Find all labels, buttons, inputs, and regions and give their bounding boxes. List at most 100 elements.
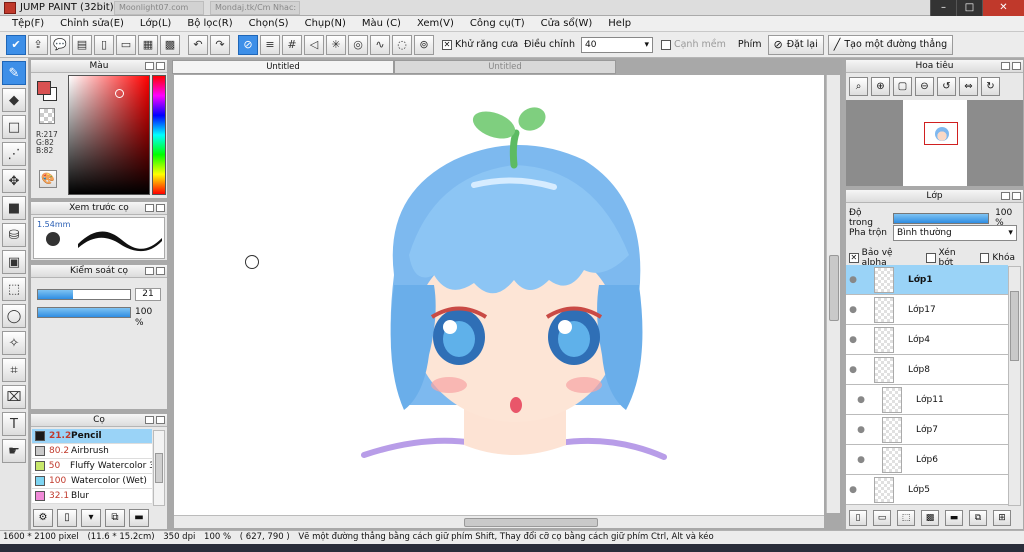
background-tab[interactable]: Moonlight07.com (114, 1, 204, 15)
scrollbar-thumb[interactable] (829, 255, 839, 321)
close-button[interactable]: ✕ (982, 0, 1024, 16)
color-picker-cursor[interactable] (115, 89, 124, 98)
menu-tools[interactable]: Công cụ(T) (462, 16, 533, 32)
select-pen-tool-icon[interactable]: ⌗ (2, 358, 26, 382)
lasso-tool-icon[interactable]: ◯ (2, 304, 26, 328)
rotate-left-icon[interactable]: ↺ (937, 77, 956, 96)
merge-layer-icon[interactable]: ⊞ (993, 510, 1011, 526)
grid-ruler-icon[interactable]: # (282, 34, 302, 55)
snap-icon[interactable]: ✔ (6, 34, 26, 55)
adjust-select[interactable]: 40 (580, 36, 653, 53)
visibility-eye-icon[interactable]: ● (854, 455, 868, 465)
panel-close-icon[interactable] (156, 62, 165, 70)
gradient-tool-icon[interactable]: ▣ (2, 250, 26, 274)
brush-size-input[interactable]: 21 (135, 288, 161, 301)
redo-icon[interactable]: ↷ (210, 34, 230, 55)
new-brush-icon[interactable]: ▯ (57, 509, 77, 527)
menu-capture[interactable]: Chụp(N) (297, 16, 354, 32)
bucket-tool-icon[interactable]: ⛁ (2, 223, 26, 247)
brush-menu-icon[interactable]: ▾ (81, 509, 101, 527)
perspective-icon[interactable]: ◁ (304, 34, 324, 55)
grid-layout-icon[interactable]: ▩ (160, 34, 180, 55)
drawing-canvas[interactable] (174, 75, 824, 515)
concentric-circle-icon[interactable]: ◎ (348, 34, 368, 55)
visibility-eye-icon[interactable]: ● (854, 425, 868, 435)
visibility-eye-icon[interactable]: ● (854, 395, 868, 405)
visibility-eye-icon[interactable]: ● (846, 275, 860, 285)
background-tab[interactable]: Mondaj.tk/Cm Nhac: Nhi... (210, 1, 300, 15)
menu-layer[interactable]: Lớp(L) (132, 16, 179, 32)
layer-row[interactable]: ● Lớp7 (846, 415, 1008, 445)
smooth-edge-checkbox[interactable] (660, 39, 671, 50)
dots-tool-icon[interactable]: ⋰ (2, 142, 26, 166)
export-icon[interactable]: ⇪ (28, 34, 48, 55)
menu-help[interactable]: Help (600, 16, 639, 32)
antialias-checkbox[interactable]: ✕ (442, 39, 452, 50)
copy-brush-icon[interactable]: ⧉ (105, 509, 125, 527)
panel-close-icon[interactable] (156, 267, 165, 275)
hue-slider[interactable] (152, 75, 166, 195)
undock-icon[interactable] (145, 204, 154, 212)
eraser-tool-icon[interactable]: ◆ (2, 88, 26, 112)
zoom-out-icon[interactable]: ⊖ (915, 77, 934, 96)
layer-row[interactable]: ● Lớp17 (846, 295, 1008, 325)
fill-rect-tool-icon[interactable]: ■ (2, 196, 26, 220)
layer-row[interactable]: ● Lớp8 (846, 355, 1008, 385)
brush-settings-icon[interactable]: ⚙ (33, 509, 53, 527)
document-tab[interactable]: Untitled (172, 60, 394, 74)
rotate-right-icon[interactable]: ↻ (981, 77, 1000, 96)
brush-item[interactable]: 21.2 Pencil (32, 429, 152, 444)
parallel-ruler-icon[interactable]: ≡ (260, 34, 280, 55)
radial-lines-icon[interactable]: ✳ (326, 34, 346, 55)
layer-row[interactable]: ● Lớp1 (846, 265, 1008, 295)
flip-icon[interactable]: ⇔ (959, 77, 978, 96)
menu-color[interactable]: Màu (C) (354, 16, 409, 32)
speech-bubble-icon[interactable]: 💬 (50, 34, 70, 55)
navigator-preview[interactable] (846, 100, 1023, 186)
clipping-checkbox[interactable] (925, 253, 936, 263)
select-rect-tool-icon[interactable]: ⬚ (2, 277, 26, 301)
brush-opacity-slider[interactable] (37, 307, 131, 318)
zoom-fit-icon[interactable]: ⌕ (849, 77, 868, 96)
visibility-eye-icon[interactable]: ● (846, 305, 860, 315)
menu-select[interactable]: Chọn(S) (241, 16, 297, 32)
page-icon[interactable]: ▯ (94, 34, 114, 55)
visibility-eye-icon[interactable]: ● (846, 335, 860, 345)
new-1bit-layer-icon[interactable]: ⬚ (897, 510, 915, 526)
menu-view[interactable]: Xem(V) (409, 16, 462, 32)
scrollbar-thumb[interactable] (464, 518, 598, 527)
duplicate-layer-icon[interactable]: ⧉ (969, 510, 987, 526)
text-box-icon[interactable]: ▤ (72, 34, 92, 55)
canvas-horizontal-scrollbar[interactable] (174, 515, 824, 528)
layer-row[interactable]: ● Lớp5 (846, 475, 1008, 505)
document-icon[interactable]: ▭ (116, 34, 136, 55)
visibility-eye-icon[interactable]: ● (846, 365, 860, 375)
symmetry-icon[interactable]: ⊚ (414, 34, 434, 55)
ellipse-ruler-icon[interactable]: ◌ (392, 34, 412, 55)
menu-filter[interactable]: Bộ lọc(R) (179, 16, 240, 32)
panel-close-icon[interactable] (156, 204, 165, 212)
brush-item[interactable]: 80.2 Airbrush (32, 444, 152, 459)
straight-line-button[interactable]: ╱ Tạo một đường thẳng (827, 34, 954, 55)
saturation-value-picker[interactable] (68, 75, 150, 195)
undock-icon[interactable] (145, 62, 154, 70)
snap-off-icon[interactable]: ⊘ (238, 34, 258, 55)
lock-checkbox[interactable] (979, 253, 990, 263)
pen-tool-icon[interactable]: ✎ (2, 61, 26, 85)
curve-ruler-icon[interactable]: ∿ (370, 34, 390, 55)
move-tool-icon[interactable]: ✥ (2, 169, 26, 193)
brush-item[interactable]: 50 Fluffy Watercolor 3 (32, 459, 152, 474)
undock-icon[interactable] (1001, 62, 1010, 70)
document-tab[interactable]: Untitled (394, 60, 616, 74)
new-layer-icon[interactable]: ▯ (849, 510, 867, 526)
navigator-viewport-box[interactable] (924, 122, 958, 145)
brush-size-slider[interactable] (37, 289, 131, 300)
undo-icon[interactable]: ↶ (188, 34, 208, 55)
text-tool-icon[interactable]: T (2, 412, 26, 436)
layer-row[interactable]: ● Lớp6 (846, 445, 1008, 475)
transparent-color-swatch[interactable] (39, 108, 55, 124)
panel-close-icon[interactable] (1012, 192, 1021, 200)
menu-file[interactable]: Tệp(F) (4, 16, 52, 32)
undock-icon[interactable] (145, 267, 154, 275)
blend-mode-select[interactable]: Bình thường (892, 225, 1017, 241)
